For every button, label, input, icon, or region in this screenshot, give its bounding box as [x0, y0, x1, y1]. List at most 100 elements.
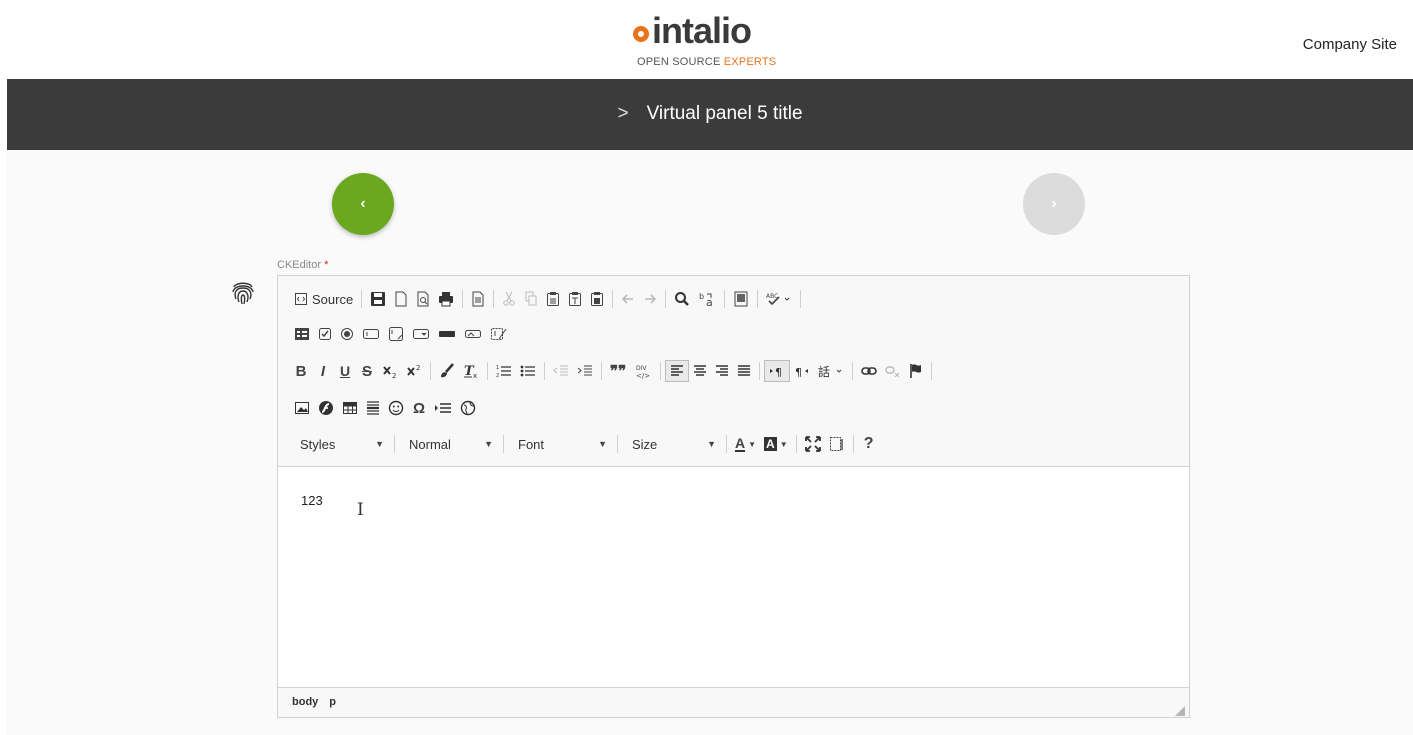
select-all-button[interactable]	[729, 288, 753, 310]
editor-paragraph[interactable]: 123	[301, 493, 323, 508]
textarea-button[interactable]	[384, 323, 408, 345]
chevron-left-icon: ‹	[360, 195, 366, 212]
help-button[interactable]: ?	[858, 433, 880, 455]
background-color-button[interactable]: A ▼	[760, 433, 792, 455]
form-icon	[295, 328, 309, 340]
size-dropdown[interactable]: Size ▼	[622, 432, 722, 456]
panel-title: Virtual panel 5 title	[646, 103, 803, 124]
maximize-button[interactable]	[801, 433, 825, 455]
chevron-right-icon: ›	[1051, 195, 1057, 212]
link-button[interactable]	[857, 360, 881, 382]
globe-icon	[460, 400, 476, 416]
copy-formatting-button[interactable]	[435, 360, 459, 382]
print-button[interactable]	[434, 288, 458, 310]
preview-button[interactable]	[412, 288, 434, 310]
flash-button[interactable]	[314, 397, 338, 419]
cut-icon	[503, 291, 515, 306]
numbered-list-button[interactable]: 12	[492, 360, 516, 382]
caret-down-icon: ▼	[375, 439, 384, 449]
align-center-button[interactable]	[689, 360, 711, 382]
page-break-button[interactable]	[430, 397, 456, 419]
next-button[interactable]: ›	[1023, 173, 1085, 235]
horizontal-rule-icon	[367, 401, 379, 415]
format-dropdown[interactable]: Normal ▼	[399, 432, 499, 456]
templates-button[interactable]	[467, 288, 489, 310]
svg-text:</>: </>	[636, 372, 650, 379]
source-button[interactable]: Source	[290, 288, 357, 310]
cut-button[interactable]	[498, 288, 520, 310]
decrease-indent-button[interactable]	[549, 360, 573, 382]
preview-icon	[417, 291, 429, 307]
unlink-button[interactable]	[881, 360, 905, 382]
remove-format-button[interactable]: Tx	[459, 360, 483, 382]
strikethrough-button[interactable]: S	[356, 360, 378, 382]
increase-indent-button[interactable]	[573, 360, 597, 382]
radio-button[interactable]	[336, 323, 358, 345]
find-button[interactable]	[670, 288, 694, 310]
horizontal-rule-button[interactable]	[362, 397, 384, 419]
underline-button[interactable]: U	[334, 360, 356, 382]
styles-dropdown[interactable]: Styles ▼	[290, 432, 390, 456]
paste-word-button[interactable]	[586, 288, 608, 310]
toolbar-row-document: Source ba ABC	[290, 287, 805, 311]
superscript-button[interactable]: 2	[402, 360, 426, 382]
logo-text: intalio	[652, 10, 752, 51]
anchor-button[interactable]	[905, 360, 927, 382]
new-page-button[interactable]	[390, 288, 412, 310]
iframe-button[interactable]	[456, 397, 480, 419]
ltr-button[interactable]: ¶	[764, 360, 791, 382]
align-right-button[interactable]	[711, 360, 733, 382]
checkbox-button[interactable]	[314, 323, 336, 345]
bold-button[interactable]: B	[290, 360, 312, 382]
image-button-field-button[interactable]	[460, 323, 486, 345]
logo-ring-icon	[633, 26, 649, 42]
save-button[interactable]	[366, 288, 390, 310]
paste-button[interactable]	[542, 288, 564, 310]
select-field-button[interactable]	[408, 323, 434, 345]
company-site-link[interactable]: Company Site	[1303, 36, 1397, 53]
editor-content-area[interactable]: 123 I	[278, 468, 1189, 688]
smiley-button[interactable]	[384, 397, 408, 419]
svg-text:x: x	[473, 372, 477, 379]
spellcheck-button[interactable]: ABC	[762, 288, 796, 310]
special-character-button[interactable]: Ω	[408, 397, 430, 419]
undo-icon	[622, 294, 634, 304]
source-icon	[295, 293, 307, 305]
bulleted-list-button[interactable]	[516, 360, 540, 382]
image-button[interactable]	[290, 397, 314, 419]
form-button[interactable]	[290, 323, 314, 345]
replace-button[interactable]: ba	[694, 288, 720, 310]
align-left-button[interactable]	[665, 360, 690, 382]
templates-icon	[472, 291, 484, 307]
path-item-p[interactable]: p	[329, 696, 336, 708]
font-dropdown[interactable]: Font ▼	[508, 432, 613, 456]
rtl-button[interactable]: ¶	[790, 360, 814, 382]
hidden-field-button[interactable]	[486, 323, 512, 345]
svg-text:2: 2	[392, 372, 396, 379]
paste-text-button[interactable]	[564, 288, 586, 310]
text-color-icon: A	[735, 435, 746, 452]
copy-icon	[525, 291, 537, 306]
path-item-body[interactable]: body	[292, 696, 318, 708]
button-field-icon	[439, 331, 455, 337]
button-field-button[interactable]	[434, 323, 460, 345]
undo-button[interactable]	[617, 288, 639, 310]
italic-button[interactable]: I	[312, 360, 334, 382]
justify-button[interactable]	[733, 360, 755, 382]
show-blocks-button[interactable]	[825, 433, 849, 455]
previous-button[interactable]: ‹	[332, 173, 394, 235]
text-field-button[interactable]	[358, 323, 384, 345]
table-button[interactable]	[338, 397, 362, 419]
fingerprint-icon[interactable]	[230, 278, 256, 306]
flash-icon	[319, 401, 333, 415]
intalio-logo[interactable]: intalio OPEN SOURCE EXPERTS	[633, 10, 793, 74]
copy-button[interactable]	[520, 288, 542, 310]
text-color-button[interactable]: A ▼	[731, 433, 760, 455]
redo-button[interactable]	[639, 288, 661, 310]
blockquote-button[interactable]: ❞❞	[606, 360, 630, 382]
resize-handle-icon[interactable]	[1175, 703, 1185, 716]
element-path: body p	[292, 696, 336, 708]
subscript-button[interactable]: 2	[378, 360, 402, 382]
create-div-button[interactable]: DIV </>	[630, 360, 656, 382]
language-button[interactable]: 話	[814, 360, 848, 382]
